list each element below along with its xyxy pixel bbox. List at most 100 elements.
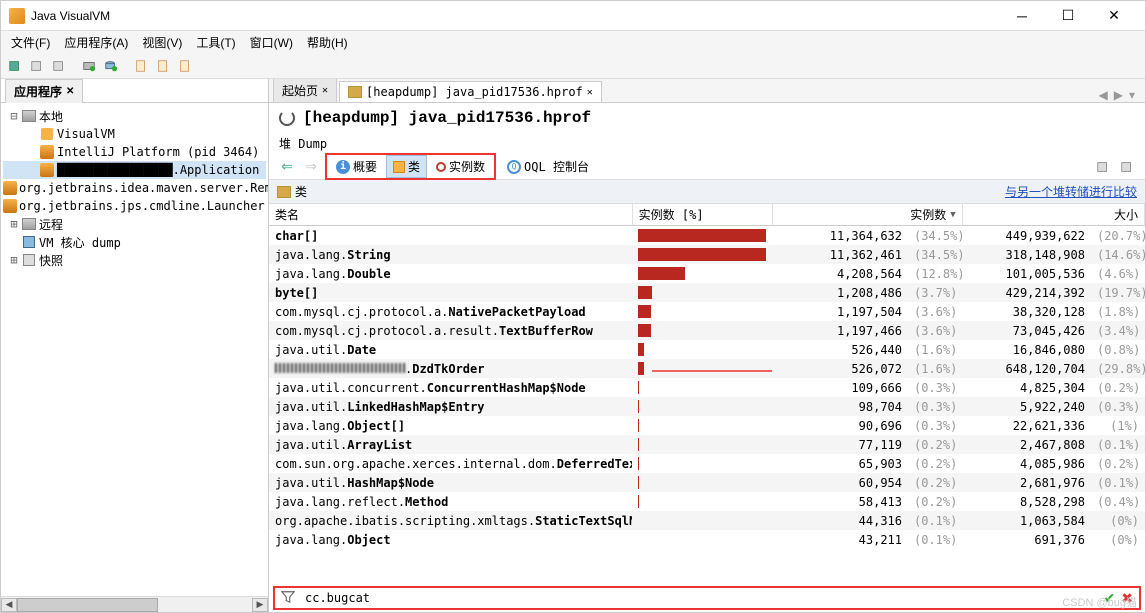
col-size[interactable]: 大小 [963,204,1145,225]
table-row[interactable]: java.util.LinkedHashMap$Entry98,704(0.3%… [269,397,1145,416]
table-row[interactable]: java.util.HashMap$Node60,954(0.2%)2,681,… [269,473,1145,492]
tree-node[interactable]: ⊞ 远程 [3,215,266,233]
menu-window[interactable]: 窗口(W) [244,32,299,53]
host-icon [21,108,37,124]
tree-node-label: org.jetbrains.idea.maven.server.RemoteMa… [19,181,268,195]
table-row[interactable]: com.mysql.cj.protocol.a.result.TextBuffe… [269,321,1145,340]
tree-node-label: 远程 [39,216,63,233]
cell-bar [632,304,772,319]
tab-close-icon[interactable]: ✕ [322,85,328,96]
tab-start-page[interactable]: 起始页 ✕ [273,79,337,102]
toolbar-btn-6[interactable] [131,56,151,76]
menu-app[interactable]: 应用程序(A) [58,32,134,53]
editor-tabs: 起始页 ✕ [heapdump] java_pid17536.hprof ✕ ◀… [269,79,1145,103]
table-row[interactable]: .DzdTkOrder526,072(1.6%)648,120,704(29.8… [269,359,1145,378]
menu-file[interactable]: 文件(F) [5,32,56,53]
app-tree[interactable]: ⊟ 本地VisualVMIntelliJ Platform (pid 3464)█… [1,103,268,596]
table-row[interactable]: java.lang.String11,362,461(34.5%)318,148… [269,245,1145,264]
tree-node[interactable]: org.jetbrains.idea.maven.server.RemoteMa… [3,179,266,197]
cell-bar [632,418,772,433]
table-row[interactable]: char[]11,364,632(34.5%)449,939,622(20.7%… [269,226,1145,245]
nav-fwd-icon[interactable]: ⇒ [301,157,321,177]
tree-node-label: 本地 [39,108,63,125]
tree-node[interactable]: IntelliJ Platform (pid 3464) [3,143,266,161]
table-row[interactable]: java.util.concurrent.ConcurrentHashMap$N… [269,378,1145,397]
scroll-left-icon[interactable]: ◀ [1,598,17,612]
menu-view[interactable]: 视图(V) [136,32,188,53]
col-classname[interactable]: 类名 [269,204,633,225]
filter-input[interactable] [303,589,1098,607]
cell-size-pct: (0.2%) [1091,456,1145,472]
table-row[interactable]: java.lang.Object43,211(0.1%)691,376(0%) [269,530,1145,549]
col-instance-pct[interactable]: 实例数 [%] [633,204,773,225]
tree-toggle-icon[interactable]: ⊞ [7,217,21,231]
tree-node[interactable]: ⊟ 本地 [3,107,266,125]
menu-help[interactable]: 帮助(H) [301,32,354,53]
toolbar-btn-1[interactable] [5,56,25,76]
nav-back-icon[interactable]: ⇐ [277,157,297,177]
toolbar-btn-2[interactable] [27,56,47,76]
table-row[interactable]: java.lang.Double4,208,564(12.8%)101,005,… [269,264,1145,283]
tree-toggle-icon[interactable]: ⊟ [7,109,21,123]
tab-menu-icon[interactable]: ▾ [1129,88,1135,102]
tree-node[interactable]: ████████████████.Application [3,161,266,179]
tab-close-icon[interactable]: ✕ [587,87,593,98]
page-subtitle: 堆 Dump [269,133,1145,154]
cell-instances: 526,440 [772,342,908,358]
tab-next-icon[interactable]: ▶ [1114,88,1123,102]
table-row[interactable]: byte[]1,208,486(3.7%)429,214,392(19.7%) [269,283,1145,302]
toolbar-btn-7[interactable] [153,56,173,76]
toolbar-btn-4[interactable] [79,56,99,76]
visualvm-icon [39,126,55,142]
heapdump-icon [348,86,362,98]
tree-node[interactable]: ⊞ 快照 [3,251,266,269]
close-button[interactable]: ✕ [1091,1,1137,31]
applications-tab[interactable]: 应用程序 ✕ [5,79,83,103]
table-body[interactable]: char[]11,364,632(34.5%)449,939,622(20.7%… [269,226,1145,586]
menu-tools[interactable]: 工具(T) [190,32,241,53]
maximize-button[interactable]: ☐ [1045,1,1091,31]
refresh-icon[interactable] [279,110,295,126]
view-classes-button[interactable]: 类 [386,155,427,178]
left-panel: 应用程序 ✕ ⊟ 本地VisualVMIntelliJ Platform (pid… [1,79,269,612]
oql-icon: Q [507,160,521,174]
tab-close-icon[interactable]: ✕ [66,86,74,97]
cell-bar [632,437,772,452]
tree-hscroll[interactable]: ◀ ▶ [1,596,268,612]
cell-classname: java.lang.Object[] [269,418,632,434]
table-row[interactable]: java.util.ArrayList77,119(0.2%)2,467,808… [269,435,1145,454]
cell-instances: 60,954 [772,475,908,491]
toolbar-btn-5[interactable] [101,56,121,76]
table-row[interactable]: java.util.Date526,440(1.6%)16,846,080(0.… [269,340,1145,359]
cell-inst-pct: (0.1%) [908,513,962,529]
table-row[interactable]: org.apache.ibatis.scripting.xmltags.Stat… [269,511,1145,530]
toolbar-btn-8[interactable] [175,56,195,76]
toolbar-extra-2[interactable] [1117,157,1137,177]
view-instances-button[interactable]: 实例数 [429,155,492,178]
cell-size: 2,467,808 [962,437,1091,453]
minimize-button[interactable]: ─ [999,1,1045,31]
tree-node-label: 快照 [39,252,63,269]
cell-bar [632,342,772,357]
toolbar-extra-1[interactable] [1093,157,1113,177]
tree-node[interactable]: VisualVM [3,125,266,143]
table-row[interactable]: java.lang.Object[]90,696(0.3%)22,621,336… [269,416,1145,435]
tree-node[interactable]: org.jetbrains.jps.cmdline.Launcher [3,197,266,215]
toolbar-btn-3[interactable] [49,56,69,76]
col-instances[interactable]: 实例数 [773,204,963,225]
compare-link[interactable]: 与另一个堆转储进行比较 [1005,183,1137,200]
view-toolbar: ⇐ ⇒ i 概要 类 实例数 [269,154,1145,180]
view-overview-button[interactable]: i 概要 [329,155,384,178]
cell-size-pct: (19.7%) [1091,285,1145,301]
cell-classname: java.util.concurrent.ConcurrentHashMap$N… [269,380,632,396]
table-row[interactable]: com.mysql.cj.protocol.a.NativePacketPayl… [269,302,1145,321]
cell-instances: 98,704 [772,399,908,415]
table-row[interactable]: com.sun.org.apache.xerces.internal.dom.D… [269,454,1145,473]
tree-toggle-icon[interactable]: ⊞ [7,253,21,267]
table-row[interactable]: java.lang.reflect.Method58,413(0.2%)8,52… [269,492,1145,511]
tab-prev-icon[interactable]: ◀ [1099,88,1108,102]
view-oql-button[interactable]: Q OQL 控制台 [500,155,596,178]
scroll-right-icon[interactable]: ▶ [252,598,268,612]
tree-node[interactable]: VM 核心 dump [3,233,266,251]
tab-heapdump[interactable]: [heapdump] java_pid17536.hprof ✕ [339,81,602,102]
